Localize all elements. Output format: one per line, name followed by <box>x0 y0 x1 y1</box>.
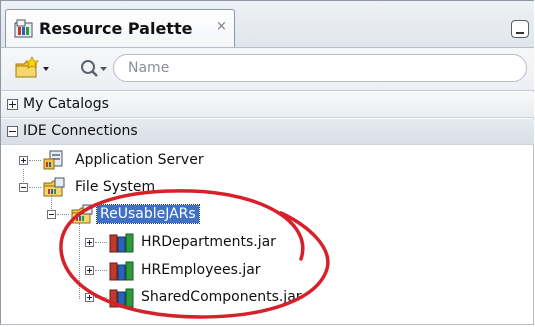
minimize-button[interactable] <box>511 20 529 38</box>
jar-icon <box>109 288 134 308</box>
tree-connector <box>95 242 107 244</box>
expand-icon[interactable] <box>7 99 18 110</box>
section-ide-connections[interactable]: IDE Connections <box>1 119 534 145</box>
file-system-icon <box>43 177 65 197</box>
search-options-button[interactable] <box>79 58 109 80</box>
tree-node-jar[interactable]: HRDepartments.jar <box>141 234 276 250</box>
section-my-catalogs[interactable]: My Catalogs <box>1 92 534 118</box>
expand-icon[interactable] <box>19 156 28 165</box>
tree-connector <box>95 270 107 272</box>
jar-icon <box>109 233 134 253</box>
search-input[interactable] <box>113 54 527 82</box>
tree-node-application-server[interactable]: Application Server <box>75 152 204 168</box>
expand-icon[interactable] <box>85 266 94 275</box>
folder-connection-icon <box>71 204 93 224</box>
search-icon <box>81 60 107 77</box>
toolbar <box>1 48 534 91</box>
tree-connector <box>29 160 41 162</box>
panel-title-bar: Resource Palette × <box>1 1 534 48</box>
expand-icon[interactable] <box>85 238 94 247</box>
collapse-icon[interactable] <box>19 183 28 192</box>
section-label: My Catalogs <box>23 96 109 112</box>
tab-title: Resource Palette <box>39 19 193 38</box>
tree-connector <box>57 214 69 216</box>
tree-connector <box>29 187 41 189</box>
tree-connector <box>79 223 81 299</box>
close-icon[interactable]: × <box>216 19 227 34</box>
resource-palette-panel: Resource Palette × My Catalogs <box>0 0 534 325</box>
expand-icon[interactable] <box>85 293 94 302</box>
tree-connector <box>95 297 107 299</box>
resource-palette-icon <box>14 19 33 38</box>
tree-node-reusablejars[interactable]: ReUsableJARs <box>96 204 200 224</box>
tree-node-jar[interactable]: SharedComponents.jar <box>141 289 302 305</box>
new-catalog-icon <box>15 56 49 78</box>
collapse-icon[interactable] <box>7 126 18 137</box>
section-label: IDE Connections <box>23 123 138 139</box>
tree-node-file-system[interactable]: File System <box>75 179 155 195</box>
application-server-icon <box>43 150 63 170</box>
tree-node-jar[interactable]: HREmployees.jar <box>141 262 261 278</box>
tab-resource-palette[interactable]: Resource Palette × <box>5 9 235 47</box>
collapse-icon[interactable] <box>47 210 56 219</box>
jar-icon <box>109 261 134 281</box>
new-catalog-button[interactable] <box>13 56 51 80</box>
